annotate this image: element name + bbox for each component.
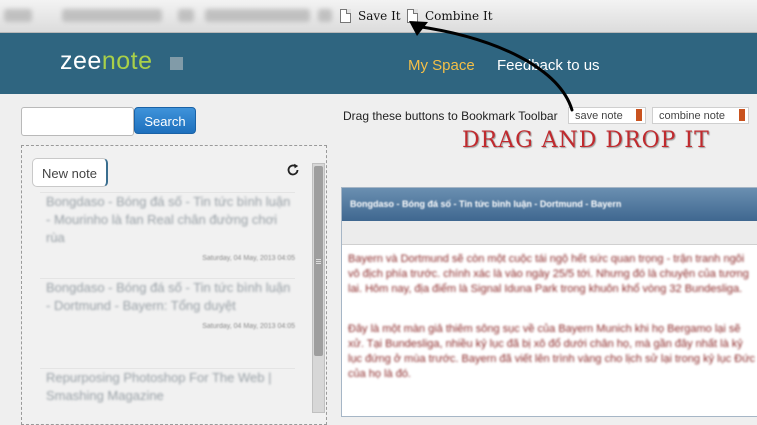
annotation-arrow-icon xyxy=(409,21,574,112)
